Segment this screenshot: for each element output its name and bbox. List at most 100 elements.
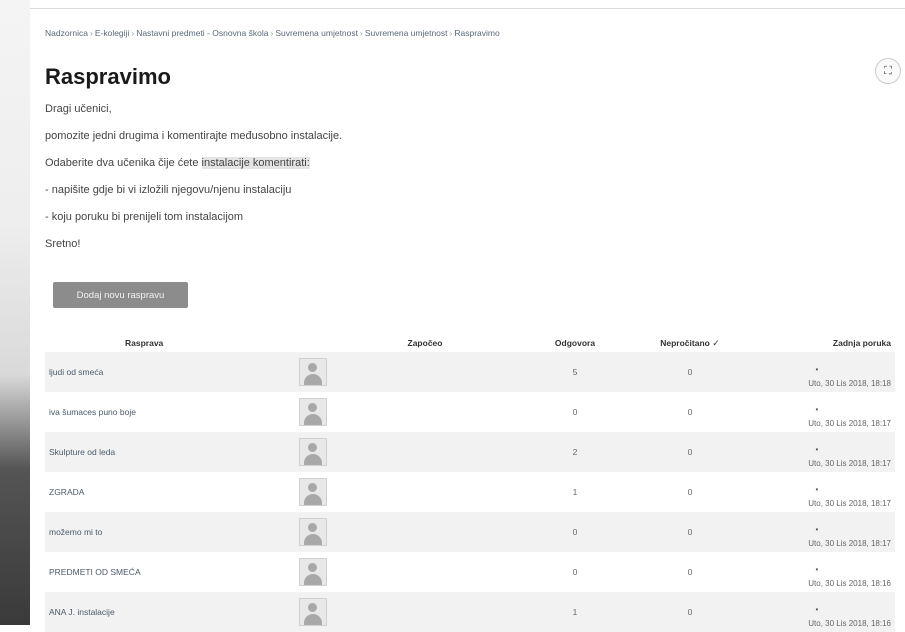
discussion-rows: ljudi od smeća 5 0 •Uto, 30 Lis 2018, 18:18… xyxy=(45,352,895,632)
discussion-title-link[interactable]: ZGRADA xyxy=(45,472,295,512)
avatar-head-shape xyxy=(308,483,317,492)
last-post-author-marker: • xyxy=(815,525,819,534)
discussion-table: Rasprava Započeo Odgovora Nepročitano ✓ … xyxy=(45,334,895,632)
author-avatar-cell xyxy=(295,552,335,592)
breadcrumb: Nadzornica › E-kolegiji › Nastavni predmeti … xyxy=(45,28,500,38)
discussion-title-link[interactable]: ljudi od smeća xyxy=(45,352,295,392)
last-post-date-link[interactable]: Uto, 30 Lis 2018, 18:17 xyxy=(808,459,891,468)
page-title: Raspravimo xyxy=(45,64,171,89)
breadcrumb-ecourses[interactable]: E-kolegiji xyxy=(95,28,130,38)
replies-count[interactable]: 2 xyxy=(515,432,635,472)
header-started-by[interactable]: Započeo xyxy=(335,334,515,352)
unread-count[interactable]: 0 xyxy=(635,512,745,552)
author-avatar-cell xyxy=(295,472,335,512)
last-post-author-marker: • xyxy=(815,445,819,454)
last-post-cell: • Uto, 30 Lis 2018, 18:18 xyxy=(745,352,895,392)
last-post-date-link[interactable]: Uto, 30 Lis 2018, 18:17 xyxy=(808,419,891,428)
author-avatar-cell xyxy=(295,592,335,632)
header-unread[interactable]: Nepročitano ✓ xyxy=(635,334,745,352)
started-by-cell xyxy=(335,432,515,472)
avatar-body-shape xyxy=(304,574,322,585)
avatar-body-shape xyxy=(304,534,322,545)
discussion-title-link[interactable]: možemo mi to xyxy=(45,512,295,552)
started-by-cell xyxy=(335,592,515,632)
table-row: ZGRADA 1 0 • Uto, 30 Lis 2018, 18:17 xyxy=(45,472,895,512)
last-post-cell: • Uto, 30 Lis 2018, 18:17 xyxy=(745,472,895,512)
breadcrumb-separator: › xyxy=(90,28,93,38)
add-discussion-button[interactable]: Dodaj novu raspravu xyxy=(53,282,188,308)
breadcrumb-current: Raspravimo xyxy=(454,28,500,38)
discussion-title-link[interactable]: iva šumaces puno boje xyxy=(45,392,295,432)
table-row: iva šumaces puno boje 0 0 • Uto, 30 Lis 2018… xyxy=(45,392,895,432)
discussion-title-link[interactable]: Skulpture od leda xyxy=(45,432,295,472)
last-post-cell: • Uto, 30 Lis 2018, 18:16 xyxy=(745,592,895,632)
last-post-cell: • Uto, 30 Lis 2018, 18:17 xyxy=(745,392,895,432)
last-post-date-link[interactable]: Uto, 30 Lis 2018, 18:17 xyxy=(808,539,891,548)
started-by-cell xyxy=(335,392,515,432)
breadcrumb-separator: › xyxy=(360,28,363,38)
breadcrumb-section[interactable]: Suvremena umjetnost xyxy=(365,28,448,38)
header-last-post[interactable]: Zadnja poruka xyxy=(745,334,895,352)
started-by-cell xyxy=(335,472,515,512)
replies-count[interactable]: 5 xyxy=(515,352,635,392)
last-post-date-link[interactable]: Uto, 30 Lis 2018, 18:18 xyxy=(808,379,891,388)
started-by-cell xyxy=(335,512,515,552)
avatar[interactable] xyxy=(299,438,327,466)
avatar-head-shape xyxy=(308,563,317,572)
unread-count[interactable]: 0 xyxy=(635,392,745,432)
avatar-body-shape xyxy=(304,494,322,505)
discussion-title-link[interactable]: ANA J. instalacije xyxy=(45,592,295,632)
last-post-author-marker: • xyxy=(815,605,819,614)
replies-count[interactable]: 1 xyxy=(515,472,635,512)
started-by-cell xyxy=(335,552,515,592)
table-header-row: Rasprava Započeo Odgovora Nepročitano ✓ … xyxy=(45,334,895,352)
header-discussion[interactable]: Rasprava xyxy=(45,334,295,352)
avatar[interactable] xyxy=(299,598,327,626)
avatar-head-shape xyxy=(308,523,317,532)
last-post-date-link[interactable]: Uto, 30 Lis 2018, 18:16 xyxy=(808,579,891,588)
replies-count[interactable]: 0 xyxy=(515,512,635,552)
last-post-date-link[interactable]: Uto, 30 Lis 2018, 18:16 xyxy=(808,619,891,628)
unread-count[interactable]: 0 xyxy=(635,352,745,392)
avatar-body-shape xyxy=(304,414,322,425)
avatar-body-shape xyxy=(304,614,322,625)
avatar[interactable] xyxy=(299,518,327,546)
unread-count[interactable]: 0 xyxy=(635,432,745,472)
fullscreen-button[interactable]: ⛶ xyxy=(875,58,901,84)
avatar[interactable] xyxy=(299,558,327,586)
background-photo-strip xyxy=(0,0,30,625)
discussion-title-link[interactable]: PREDMETI OD SMEĆA xyxy=(45,552,295,592)
header-divider xyxy=(30,8,905,9)
avatar-body-shape xyxy=(304,374,322,385)
breadcrumb-course[interactable]: Suvremena umjetnost xyxy=(275,28,358,38)
last-post-cell: • Uto, 30 Lis 2018, 18:17 xyxy=(745,432,895,472)
breadcrumb-subjects[interactable]: Nastavni predmeti - Osnovna škola xyxy=(136,28,268,38)
avatar-head-shape xyxy=(308,603,317,612)
intro-line-2-prefix: Odaberite dva učenika čije ćete xyxy=(45,157,202,169)
header-replies[interactable]: Odgovora xyxy=(515,334,635,352)
replies-count[interactable]: 1 xyxy=(515,592,635,632)
unread-count[interactable]: 0 xyxy=(635,472,745,512)
unread-count[interactable]: 0 xyxy=(635,592,745,632)
table-row: PREDMETI OD SMEĆA 0 0 • Uto, 30 Lis 2018, 18… xyxy=(45,552,895,592)
replies-count[interactable]: 0 xyxy=(515,552,635,592)
unread-count[interactable]: 0 xyxy=(635,552,745,592)
last-post-date-link[interactable]: Uto, 30 Lis 2018, 18:17 xyxy=(808,499,891,508)
breadcrumb-home[interactable]: Nadzornica xyxy=(45,28,88,38)
author-avatar-cell xyxy=(295,392,335,432)
avatar-head-shape xyxy=(308,443,317,452)
last-post-author-marker: • xyxy=(815,565,819,574)
replies-count[interactable]: 0 xyxy=(515,392,635,432)
avatar[interactable] xyxy=(299,358,327,386)
last-post-author-marker: • xyxy=(815,365,819,374)
forum-intro: Dragi učenici, pomozite jedni drugima i … xyxy=(45,102,342,264)
author-avatar-cell xyxy=(295,352,335,392)
checkmark-icon[interactable]: ✓ xyxy=(712,339,720,349)
table-row: možemo mi to 0 0 • Uto, 30 Lis 2018, 18:17 xyxy=(45,512,895,552)
last-post-cell: • Uto, 30 Lis 2018, 18:17 xyxy=(745,512,895,552)
avatar[interactable] xyxy=(299,478,327,506)
avatar-body-shape xyxy=(304,454,322,465)
avatar[interactable] xyxy=(299,398,327,426)
avatar-head-shape xyxy=(308,363,317,372)
table-row: ljudi od smeća 5 0 • Uto, 30 Lis 2018, 18:18 xyxy=(45,352,895,392)
